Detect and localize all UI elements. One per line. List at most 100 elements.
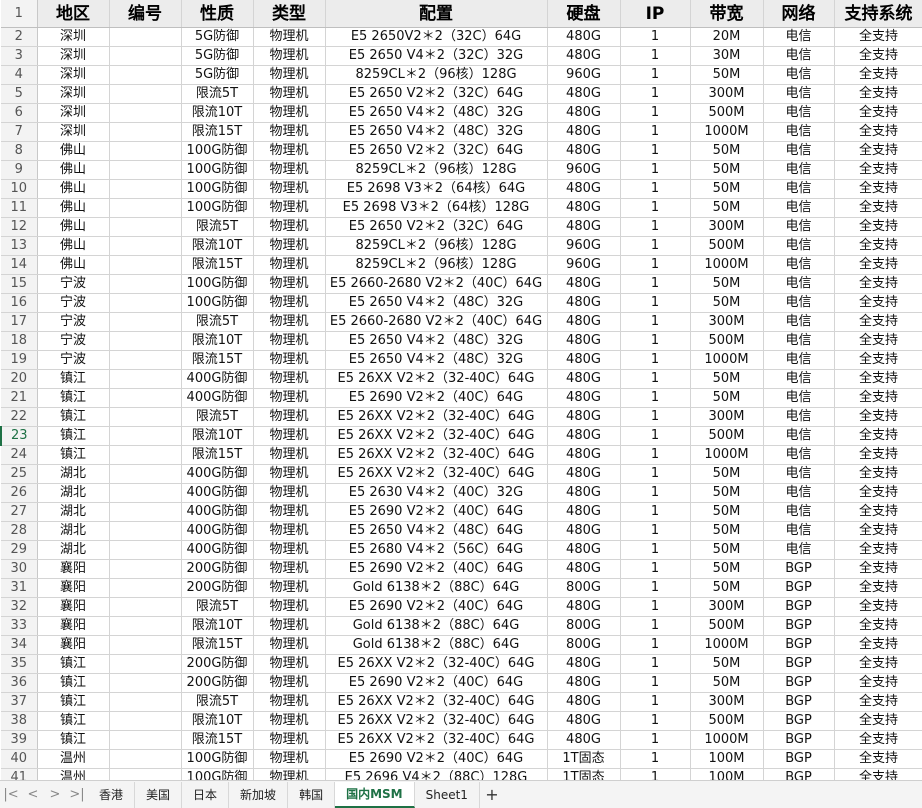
cell-region[interactable]: 温州 xyxy=(37,768,110,780)
cell-ip[interactable]: 1 xyxy=(620,407,691,427)
cell-ip[interactable]: 1 xyxy=(620,597,691,617)
cell-ip[interactable]: 1 xyxy=(620,65,691,85)
cell-os[interactable]: 全支持 xyxy=(834,559,922,579)
cell-id[interactable] xyxy=(109,445,182,465)
cell-region[interactable]: 湖北 xyxy=(37,540,110,560)
cell-nature[interactable]: 100G防御 xyxy=(181,293,254,313)
cell-ip[interactable]: 1 xyxy=(620,540,691,560)
cell-os[interactable]: 全支持 xyxy=(834,673,922,693)
cell-nature[interactable]: 400G防御 xyxy=(181,521,254,541)
cell-config[interactable]: E5 2650 V4＊2（48C）32G xyxy=(325,122,548,142)
cell-network[interactable]: 电信 xyxy=(763,122,835,142)
cell-network[interactable]: BGP xyxy=(763,749,835,769)
cell-nature[interactable]: 400G防御 xyxy=(181,502,254,522)
row-number[interactable]: 13 xyxy=(1,236,38,256)
cell-type[interactable]: 物理机 xyxy=(253,578,326,598)
cell-network[interactable]: 电信 xyxy=(763,540,835,560)
cell-id[interactable] xyxy=(109,483,182,503)
cell-ip[interactable]: 1 xyxy=(620,350,691,370)
cell-region[interactable]: 宁波 xyxy=(37,331,110,351)
cell-bandwidth[interactable]: 300M xyxy=(690,597,764,617)
cell-bandwidth[interactable]: 50M xyxy=(690,369,764,389)
cell-os[interactable]: 全支持 xyxy=(834,274,922,294)
cell-id[interactable] xyxy=(109,27,182,47)
row-number[interactable]: 26 xyxy=(1,483,38,503)
cell-id[interactable] xyxy=(109,521,182,541)
cell-os[interactable]: 全支持 xyxy=(834,369,922,389)
cell-bandwidth[interactable]: 20M xyxy=(690,27,764,47)
cell-bandwidth[interactable]: 50M xyxy=(690,521,764,541)
cell-config[interactable]: E5 2680 V4＊2（56C）64G xyxy=(325,540,548,560)
cell-network[interactable]: 电信 xyxy=(763,483,835,503)
add-sheet-button[interactable]: + xyxy=(480,785,504,804)
cell-os[interactable]: 全支持 xyxy=(834,65,922,85)
cell-config[interactable]: E5 26XX V2＊2（32-40C）64G xyxy=(325,730,548,750)
cell-nature[interactable]: 5G防御 xyxy=(181,46,254,66)
cell-os[interactable]: 全支持 xyxy=(834,426,922,446)
cell-os[interactable]: 全支持 xyxy=(834,711,922,731)
cell-id[interactable] xyxy=(109,616,182,636)
cell-ip[interactable]: 1 xyxy=(620,331,691,351)
cell-ip[interactable]: 1 xyxy=(620,198,691,218)
cell-bandwidth[interactable]: 1000M xyxy=(690,350,764,370)
column-header-disk[interactable]: 硬盘 xyxy=(547,0,621,28)
cell-type[interactable]: 物理机 xyxy=(253,65,326,85)
cell-config[interactable]: E5 2650 V4＊2（48C）32G xyxy=(325,293,548,313)
cell-id[interactable] xyxy=(109,350,182,370)
cell-region[interactable]: 深圳 xyxy=(37,27,110,47)
cell-network[interactable]: BGP xyxy=(763,616,835,636)
cell-network[interactable]: 电信 xyxy=(763,27,835,47)
cell-disk[interactable]: 480G xyxy=(547,502,621,522)
cell-type[interactable]: 物理机 xyxy=(253,141,326,161)
cell-bandwidth[interactable]: 1000M xyxy=(690,635,764,655)
cell-bandwidth[interactable]: 1000M xyxy=(690,122,764,142)
cell-disk[interactable]: 480G xyxy=(547,369,621,389)
cell-network[interactable]: 电信 xyxy=(763,369,835,389)
cell-id[interactable] xyxy=(109,388,182,408)
cell-os[interactable]: 全支持 xyxy=(834,597,922,617)
cell-bandwidth[interactable]: 1000M xyxy=(690,255,764,275)
cell-type[interactable]: 物理机 xyxy=(253,711,326,731)
cell-config[interactable]: E5 2650 V4＊2（48C）32G xyxy=(325,103,548,123)
cell-nature[interactable]: 限流5T xyxy=(181,407,254,427)
cell-bandwidth[interactable]: 50M xyxy=(690,179,764,199)
cell-type[interactable]: 物理机 xyxy=(253,540,326,560)
cell-region[interactable]: 深圳 xyxy=(37,84,110,104)
cell-config[interactable]: E5 2698 V3＊2（64核）64G xyxy=(325,179,548,199)
cell-disk[interactable]: 480G xyxy=(547,293,621,313)
cell-network[interactable]: 电信 xyxy=(763,160,835,180)
cell-region[interactable]: 深圳 xyxy=(37,65,110,85)
cell-region[interactable]: 镇江 xyxy=(37,426,110,446)
row-number[interactable]: 32 xyxy=(1,597,38,617)
row-number[interactable]: 6 xyxy=(1,103,38,123)
cell-id[interactable] xyxy=(109,426,182,446)
row-number[interactable]: 5 xyxy=(1,84,38,104)
cell-ip[interactable]: 1 xyxy=(620,312,691,332)
cell-region[interactable]: 镇江 xyxy=(37,692,110,712)
cell-ip[interactable]: 1 xyxy=(620,179,691,199)
tab-domestic-msm[interactable]: 国内MSM xyxy=(335,781,415,808)
cell-disk[interactable]: 480G xyxy=(547,350,621,370)
column-header-bandwidth[interactable]: 带宽 xyxy=(690,0,764,28)
cell-ip[interactable]: 1 xyxy=(620,293,691,313)
cell-ip[interactable]: 1 xyxy=(620,521,691,541)
cell-ip[interactable]: 1 xyxy=(620,46,691,66)
cell-id[interactable] xyxy=(109,597,182,617)
cell-disk[interactable]: 480G xyxy=(547,46,621,66)
cell-id[interactable] xyxy=(109,369,182,389)
cell-network[interactable]: 电信 xyxy=(763,46,835,66)
row-number[interactable]: 35 xyxy=(1,654,38,674)
cell-nature[interactable]: 100G防御 xyxy=(181,179,254,199)
row-number[interactable]: 24 xyxy=(1,445,38,465)
cell-bandwidth[interactable]: 50M xyxy=(690,578,764,598)
cell-region[interactable]: 襄阳 xyxy=(37,578,110,598)
cell-nature[interactable]: 限流5T xyxy=(181,597,254,617)
cell-region[interactable]: 宁波 xyxy=(37,274,110,294)
cell-config[interactable]: E5 2650 V2＊2（32C）64G xyxy=(325,217,548,237)
cell-nature[interactable]: 100G防御 xyxy=(181,198,254,218)
row-number[interactable]: 22 xyxy=(1,407,38,427)
cell-disk[interactable]: 480G xyxy=(547,464,621,484)
cell-network[interactable]: 电信 xyxy=(763,502,835,522)
row-number[interactable]: 14 xyxy=(1,255,38,275)
cell-region[interactable]: 佛山 xyxy=(37,160,110,180)
